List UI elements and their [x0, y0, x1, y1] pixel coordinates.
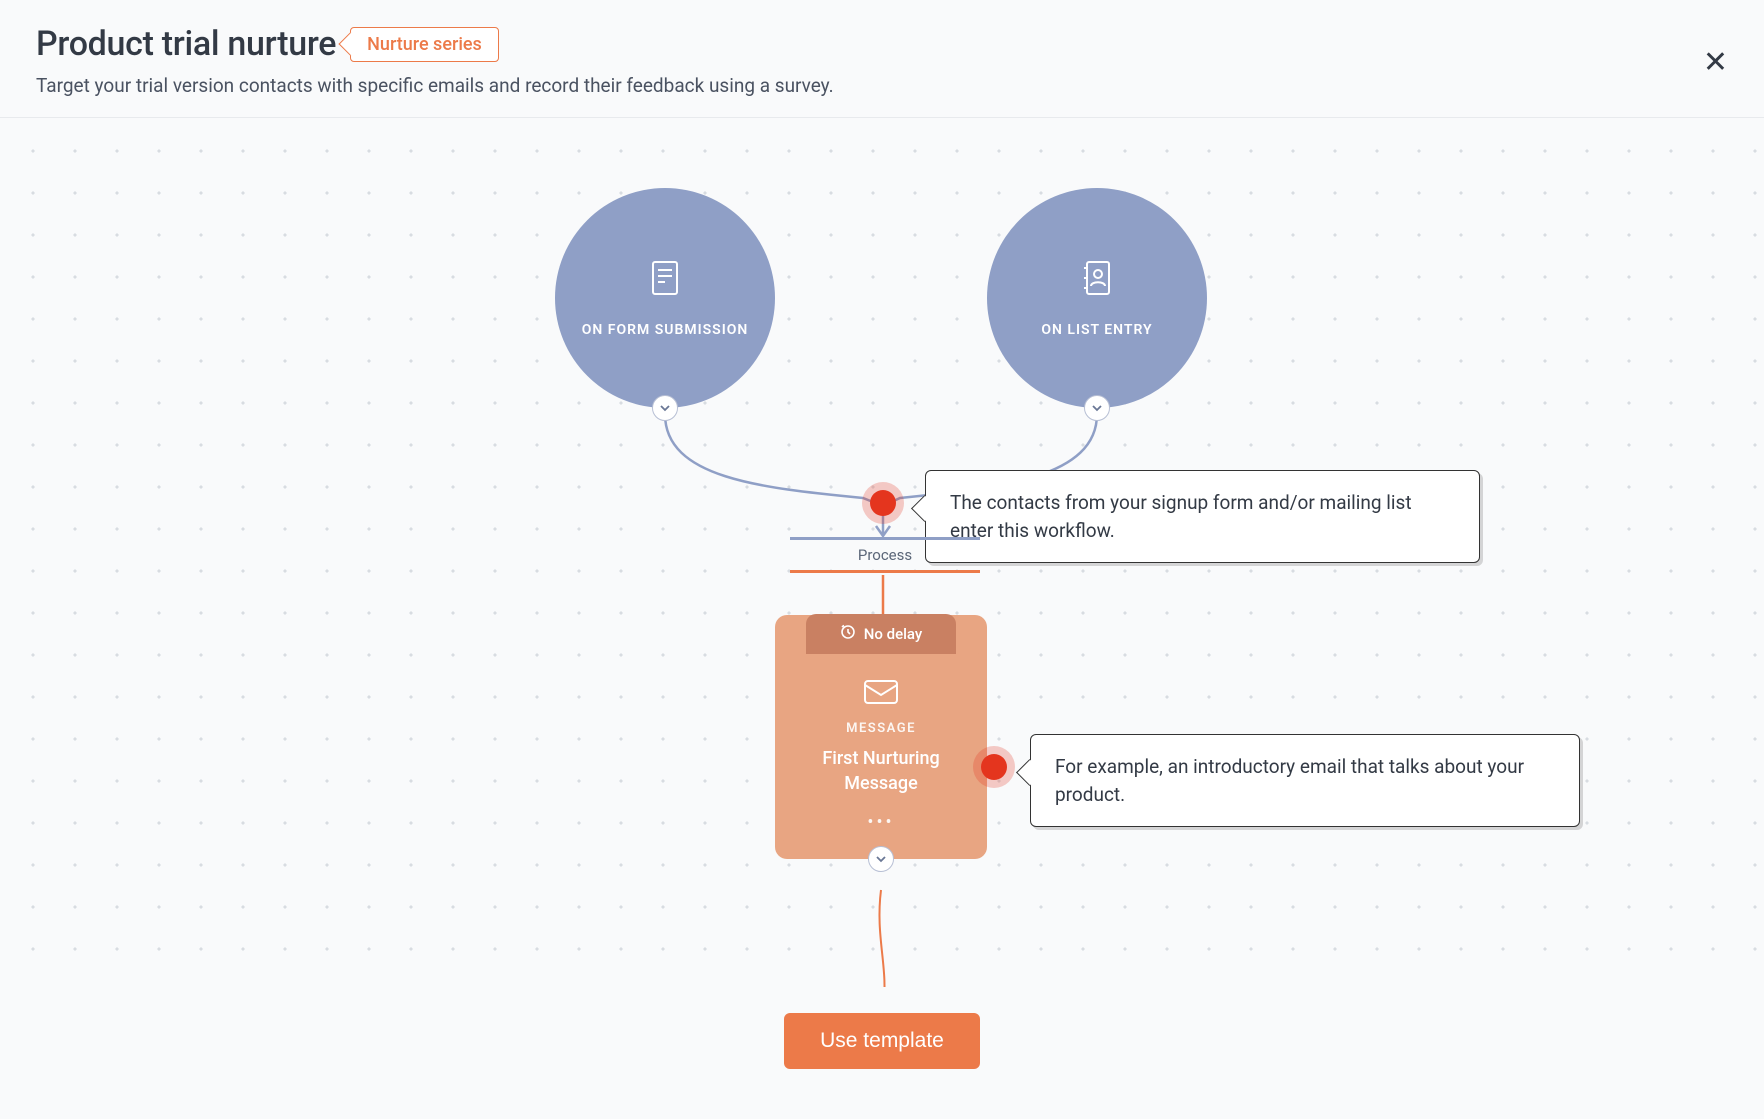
node-type: MESSAGE	[793, 721, 969, 736]
chevron-down-icon[interactable]	[868, 846, 894, 872]
chevron-down-icon[interactable]	[1084, 395, 1110, 421]
form-icon	[643, 256, 687, 304]
trigger-label: ON LIST ENTRY	[1017, 320, 1176, 341]
category-tag[interactable]: Nurture series	[350, 27, 499, 62]
more-icon[interactable]: •••	[793, 812, 969, 833]
trigger-form-submission[interactable]: ON FORM SUBMISSION	[555, 188, 775, 408]
message-body: MESSAGE First Nurturing Message •••	[775, 653, 987, 841]
entry-callout: The contacts from your signup form and/o…	[925, 470, 1480, 563]
page-title: Product trial nurture	[36, 24, 336, 64]
workflow-canvas[interactable]: ON FORM SUBMISSION ON LIST ENTRY The con…	[0, 118, 1764, 1101]
node-name: First Nurturing Message	[793, 746, 969, 796]
delay-pill[interactable]: No delay	[806, 614, 956, 654]
delay-text: No delay	[864, 625, 923, 643]
header: Product trial nurture Nurture series Tar…	[0, 0, 1764, 118]
process-label: Process	[790, 540, 980, 570]
entry-marker	[870, 490, 896, 516]
footer: Use template	[0, 987, 1764, 1101]
message-callout: For example, an introductory email that …	[1030, 734, 1580, 827]
clock-icon	[840, 624, 856, 644]
callout-text: For example, an introductory email that …	[1055, 755, 1524, 806]
process-divider: Process	[790, 537, 980, 573]
contact-list-icon	[1075, 256, 1119, 304]
message-node[interactable]: No delay MESSAGE First Nurturing Message…	[775, 615, 987, 859]
chevron-down-icon[interactable]	[652, 395, 678, 421]
use-template-button[interactable]: Use template	[784, 1013, 980, 1069]
envelope-icon	[793, 677, 969, 711]
page-subtitle: Target your trial version contacts with …	[36, 74, 1728, 97]
trigger-list-entry[interactable]: ON LIST ENTRY	[987, 188, 1207, 408]
message-marker	[981, 754, 1007, 780]
trigger-label: ON FORM SUBMISSION	[558, 320, 773, 341]
close-icon[interactable]: ✕	[1703, 48, 1728, 78]
title-row: Product trial nurture Nurture series	[36, 24, 1728, 64]
connector-lines	[0, 118, 1764, 1101]
callout-text: The contacts from your signup form and/o…	[950, 491, 1412, 542]
